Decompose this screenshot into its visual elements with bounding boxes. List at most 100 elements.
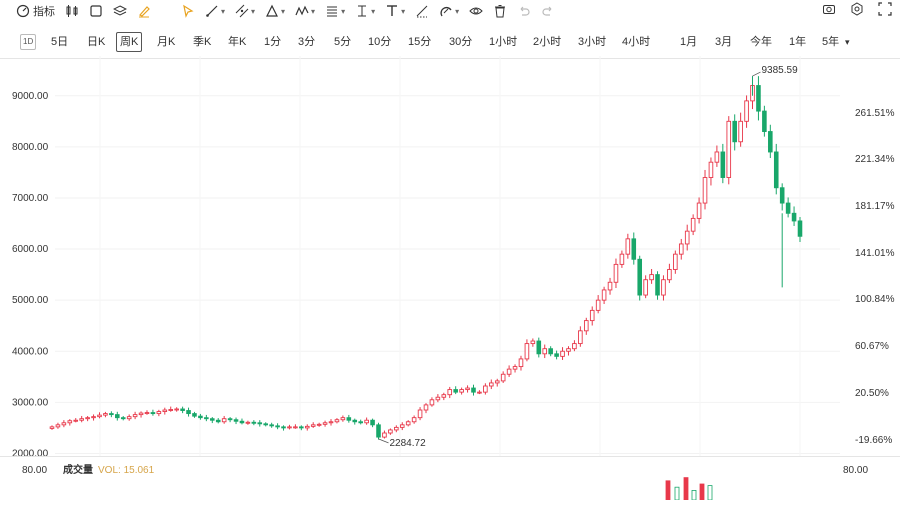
redo-button[interactable] (541, 0, 555, 22)
candlestick-chart: 9000.00 8000.00 7000.00 6000.00 5000.00 4000.… (12, 56, 895, 459)
delete-button[interactable] (493, 0, 507, 22)
undo-button[interactable] (517, 0, 531, 22)
high-leader (752, 71, 761, 77)
volume-value: VOL: 15.061 (98, 465, 155, 476)
channel-tool[interactable]: ▾ (235, 0, 255, 22)
candle-body (150, 412, 156, 415)
candle-body (708, 161, 714, 178)
cursor-tool[interactable] (181, 0, 195, 22)
candle-body (726, 120, 732, 178)
period-5分[interactable]: 5分 (334, 31, 351, 53)
period-5年[interactable]: 5年 (822, 31, 839, 53)
period-3月[interactable]: 3月 (715, 31, 732, 53)
chevron-down-icon: ▾ (281, 6, 286, 16)
period-15分[interactable]: 15分 (408, 31, 431, 53)
period-5日[interactable]: 5日 (51, 31, 68, 53)
candle-body (494, 380, 500, 384)
candle-body (239, 420, 245, 424)
candle-body (797, 220, 803, 237)
candle-body (245, 421, 251, 424)
price-chart[interactable]: 9000.00 8000.00 7000.00 6000.00 5000.00 4000.… (0, 56, 900, 459)
period-1小时[interactable]: 1小时 (489, 31, 517, 53)
redo-icon (542, 6, 552, 16)
candle-body (215, 419, 221, 423)
candle-body (73, 419, 79, 422)
brush-icon (139, 6, 150, 18)
parallel-channel-icon (235, 4, 249, 18)
period-1月[interactable]: 1月 (680, 31, 697, 53)
period-日K[interactable]: 日K (87, 31, 105, 53)
candle-body (79, 418, 84, 421)
visibility-toggle[interactable] (469, 0, 483, 22)
ruler-tool[interactable] (415, 0, 429, 22)
candle-body (678, 243, 684, 255)
candle-body (405, 421, 411, 426)
candle-body (465, 387, 470, 391)
measure-icon (358, 5, 367, 17)
period-3分[interactable]: 3分 (298, 31, 315, 53)
settings-button[interactable] (850, 1, 864, 21)
period-季K[interactable]: 季K (193, 31, 211, 53)
candle-body (548, 348, 553, 355)
measure-tool[interactable]: ▾ (355, 0, 375, 22)
candle-body (655, 274, 660, 296)
candle-body (631, 238, 637, 260)
period-周K[interactable]: 周K (116, 32, 143, 52)
candle-body (204, 417, 209, 420)
line-tool[interactable]: ▾ (205, 0, 225, 22)
y-tick-right: 141.01% (855, 248, 895, 259)
y-tick-right: 261.51% (855, 108, 895, 119)
layers-tool[interactable] (113, 0, 127, 22)
period-今年[interactable]: 今年 (750, 31, 772, 53)
rectangle-tool[interactable] (89, 0, 103, 22)
candle-body (637, 258, 643, 296)
indicator-button[interactable]: 指标 (16, 0, 55, 22)
magnet-tool[interactable]: ▾ (439, 0, 459, 22)
y-tick-left: 4000.00 (12, 346, 49, 357)
fullscreen-button[interactable] (878, 1, 892, 21)
fibonacci-tool[interactable]: ▾ (325, 0, 345, 22)
volume-label: 成交量 (63, 463, 93, 476)
period-月K[interactable]: 月K (157, 31, 175, 53)
period-1年[interactable]: 1年 (789, 31, 806, 53)
period-3小时[interactable]: 3小时 (578, 31, 606, 53)
candle-body (340, 417, 346, 421)
period-1D[interactable]: 1D (20, 34, 37, 50)
chevron-down-icon: ▾ (371, 6, 376, 16)
candle-body (714, 151, 720, 163)
chevron-down-icon[interactable]: ▾ (845, 31, 850, 53)
candle-body (115, 414, 120, 419)
candle-body (85, 417, 90, 420)
text-tool[interactable]: ▾ (385, 0, 405, 22)
period-10分[interactable]: 10分 (368, 31, 391, 53)
candle-body (97, 414, 102, 418)
cursor-icon (183, 4, 194, 18)
candle-body (649, 274, 654, 281)
candle-body (773, 151, 779, 189)
candle-body (126, 416, 132, 420)
candle-body (364, 419, 369, 424)
period-4小时[interactable]: 4小时 (622, 31, 650, 53)
y-tick-right: 100.84% (855, 294, 895, 305)
candle-body (263, 423, 269, 426)
brush-tool[interactable] (137, 0, 151, 22)
period-30分[interactable]: 30分 (449, 31, 472, 53)
candle-type-button[interactable] (65, 0, 79, 22)
candle-body (287, 426, 292, 429)
screenshot-button[interactable] (822, 2, 836, 21)
candle-body (673, 253, 678, 270)
pattern-tool[interactable]: ▾ (295, 0, 315, 22)
candle-body (221, 418, 227, 423)
candle-body (530, 340, 536, 345)
period-年K[interactable]: 年K (228, 31, 246, 53)
candle-body (453, 389, 458, 393)
candle-body (334, 419, 340, 423)
period-2小时[interactable]: 2小时 (533, 31, 561, 53)
divider (0, 456, 900, 457)
candle-body (382, 432, 387, 438)
period-1分[interactable]: 1分 (264, 31, 281, 53)
triangle-tool[interactable]: ▾ (265, 0, 285, 22)
y-tick-right: 20.50% (855, 388, 889, 399)
candle-body (756, 85, 761, 112)
volume-panel: 80.00 成交量 VOL: 15.061 80.00 (0, 460, 900, 501)
